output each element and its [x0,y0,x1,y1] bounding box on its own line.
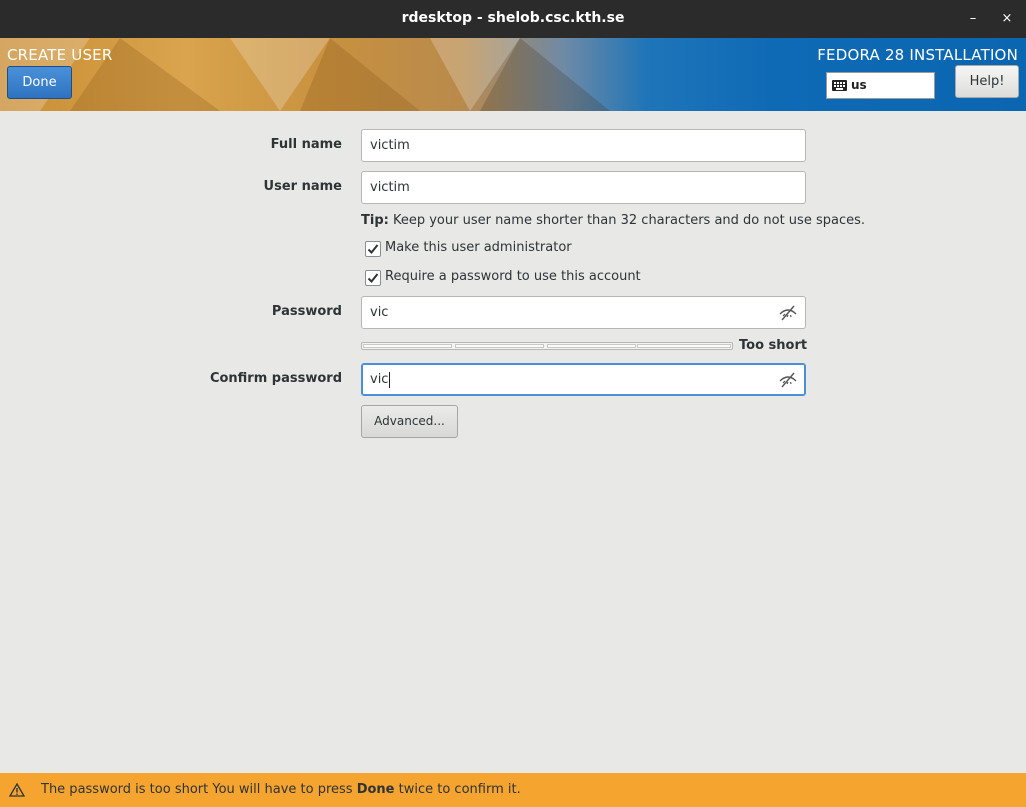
window-title: rdesktop - shelob.csc.kth.se [401,10,625,26]
minimize-button[interactable]: – [962,8,984,30]
done-button[interactable]: Done [7,66,72,99]
window-titlebar[interactable]: rdesktop - shelob.csc.kth.se – × [0,0,1026,38]
keyboard-layout-indicator[interactable]: us [826,72,935,99]
warning-triangle-icon [9,783,25,797]
require-password-checkbox-box[interactable] [365,270,381,286]
user-name-value: victim [370,180,410,195]
user-name-field[interactable]: victim [361,171,806,204]
require-password-checkbox-label: Require a password to use this account [385,269,641,284]
eye-slash-icon[interactable] [779,372,797,388]
admin-checkbox-label: Make this user administrator [385,240,572,255]
header-banner: CREATE USER Done FEDORA 28 INSTALLATION … [0,38,1026,111]
installation-title: FEDORA 28 INSTALLATION [817,46,1018,64]
warning-text-bold: Done [356,782,395,797]
tip-text: Keep your user name shorter than 32 char… [388,213,865,228]
help-button[interactable]: Help! [955,65,1019,98]
confirm-password-value: vic [370,372,389,387]
warning-text-after: twice to confirm it. [394,782,521,797]
full-name-value: victim [370,138,410,153]
admin-checkbox-box[interactable] [365,241,381,257]
tip-prefix: Tip: [361,213,389,228]
require-password-checkbox[interactable]: Require a password to use this account [365,269,655,287]
page-title: CREATE USER [7,46,113,64]
confirm-password-field[interactable]: vic [361,363,806,396]
user-name-label: User name [263,179,342,194]
warning-message: The password is too short You will have … [41,782,521,797]
keyboard-layout-label: us [851,78,867,92]
checkmark-icon [367,244,379,254]
admin-checkbox[interactable]: Make this user administrator [365,240,585,258]
password-value: vic [370,305,389,320]
keyboard-icon [832,80,847,91]
password-strength-label: Too short [739,338,808,353]
warning-bar[interactable]: The password is too short You will have … [0,773,1026,807]
text-caret [389,371,391,388]
confirm-password-label: Confirm password [209,371,342,386]
full-name-label: Full name [270,137,342,152]
password-field[interactable]: vic [361,296,806,329]
advanced-button[interactable]: Advanced... [361,405,458,438]
password-strength-bar [361,342,733,350]
full-name-field[interactable]: victim [361,129,806,162]
password-label: Password [271,304,342,319]
username-tip: Tip: Keep your user name shorter than 32… [361,213,865,228]
checkmark-icon [367,273,379,283]
warning-text-before: The password is too short You will have … [41,782,357,797]
eye-slash-icon[interactable] [779,305,797,321]
installer-window: rdesktop - shelob.csc.kth.se – × CREATE … [0,0,1026,807]
close-button[interactable]: × [996,8,1018,30]
